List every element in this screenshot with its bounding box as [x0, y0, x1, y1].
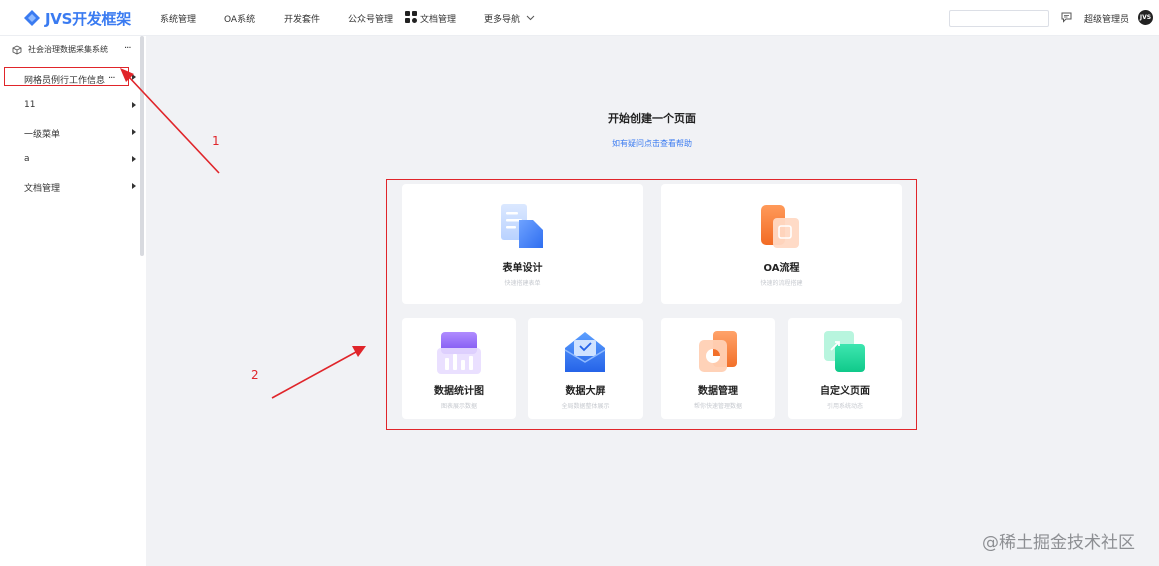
- annotation-label-1: 1: [212, 134, 220, 148]
- annotation-label-2: 2: [251, 368, 259, 382]
- annotation-arrow-1: [120, 68, 220, 174]
- annotation-arrow-2: [271, 346, 366, 399]
- watermark: @稀土掘金技术社区: [982, 533, 1135, 553]
- annotation-arrows: [120, 68, 366, 399]
